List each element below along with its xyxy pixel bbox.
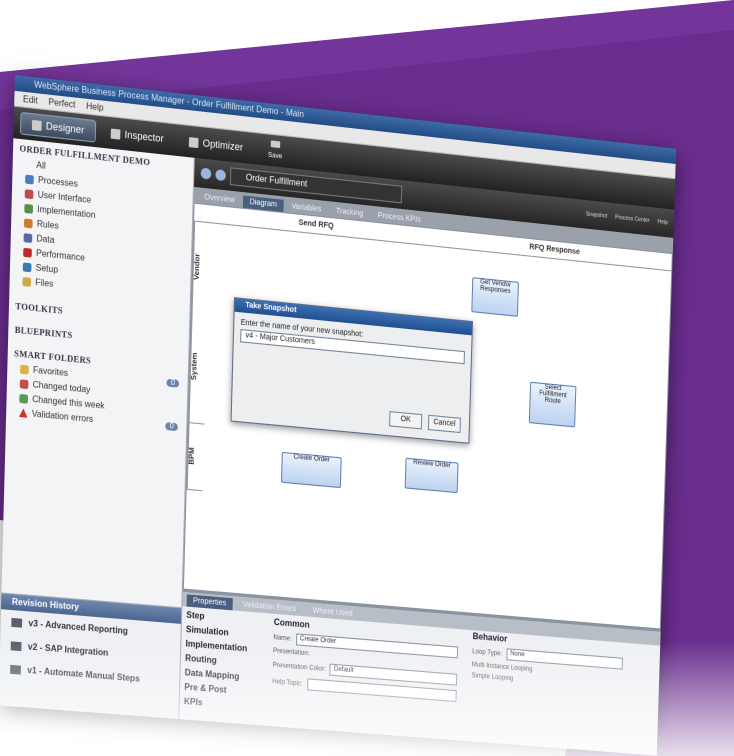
folder-label: Favorites xyxy=(32,364,69,379)
inspector-button[interactable]: Inspector xyxy=(100,122,175,150)
sidebar-label: Rules xyxy=(36,218,59,232)
optimizer-label: Optimizer xyxy=(202,137,244,153)
cancel-button[interactable]: Cancel xyxy=(427,414,461,434)
count-badge: 0 xyxy=(166,378,180,388)
ok-button[interactable]: OK xyxy=(389,411,423,430)
lane-label-vendor: Vendor xyxy=(191,221,210,313)
diagram-task[interactable]: Select Fulfillment Route xyxy=(528,381,577,428)
menu-perfect[interactable]: Perfect xyxy=(48,95,75,113)
take-snapshot-dialog: Take Snapshot Enter the name of your new… xyxy=(230,297,474,444)
calendar-week-icon xyxy=(19,393,29,404)
warning-icon xyxy=(19,408,28,418)
presentation-label: Presentation: xyxy=(272,647,310,658)
simple-label: Simple Looping xyxy=(471,672,514,683)
revision-label: v3 - Advanced Reporting xyxy=(28,618,129,637)
revision-label: v2 - SAP Integration xyxy=(27,641,109,659)
snapshot-icon xyxy=(11,617,23,628)
sidebar-label: Setup xyxy=(35,262,59,275)
optimizer-button[interactable]: Optimizer xyxy=(178,130,254,158)
all-label: All xyxy=(36,159,46,172)
menu-edit[interactable]: Edit xyxy=(23,92,38,108)
revision-label: v1 - Automate Manual Steps xyxy=(27,665,140,684)
process-icon xyxy=(25,174,34,184)
designer-icon xyxy=(31,119,42,131)
designer-button[interactable]: Designer xyxy=(19,111,97,143)
presentation-color-label: Presentation Color: xyxy=(272,661,326,673)
calendar-icon xyxy=(19,378,29,389)
sidebar-label: Data xyxy=(36,233,55,246)
stage: WebSphere Business Process Manager - Ord… xyxy=(0,0,734,756)
properties-sections: Step Simulation Implementation Routing D… xyxy=(180,607,266,714)
diagram-task[interactable]: Create Order xyxy=(280,451,342,489)
editor-area: Order Fulfillment Snapshot Process Cente… xyxy=(179,157,675,756)
data-icon xyxy=(23,232,33,243)
user-interface-icon xyxy=(24,188,34,199)
back-icon[interactable] xyxy=(200,167,212,180)
library-sidebar: ORDER FULFILLMENT DEMO All Processes Use… xyxy=(0,138,195,720)
diagram-task[interactable]: Get Vendor Responses xyxy=(471,277,519,317)
diagram-task[interactable]: Review Order xyxy=(404,457,459,494)
snapshot-action[interactable]: Snapshot xyxy=(586,211,607,220)
setup-icon xyxy=(22,261,32,272)
search-icon xyxy=(110,127,121,140)
inspector-label: Inspector xyxy=(124,128,164,145)
star-icon xyxy=(20,364,29,374)
snapshot-icon xyxy=(10,640,22,651)
diagram-canvas[interactable]: Send RFQ RFQ Response Vendor System BPM … xyxy=(182,202,673,630)
designer-label: Designer xyxy=(45,120,85,136)
multi-label: Multi Instance Looping xyxy=(471,661,533,674)
folder-label: Validation errors xyxy=(31,408,94,425)
folder-icon xyxy=(22,276,32,287)
app-window: WebSphere Business Process Manager - Ord… xyxy=(0,75,677,756)
flag-icon xyxy=(23,247,32,258)
save-label: Save xyxy=(267,152,283,161)
save-icon xyxy=(270,140,281,149)
menu-help[interactable]: Help xyxy=(86,99,104,116)
implementation-icon xyxy=(24,203,34,214)
rules-icon xyxy=(23,217,33,228)
common-properties: Common Name: Create Order Presentation: P… xyxy=(272,617,459,703)
name-label: Name: xyxy=(273,634,292,643)
checkbox-icon xyxy=(188,136,199,148)
tab-where-used[interactable]: Where Used xyxy=(306,604,359,620)
help-topic-label: Help Topic: xyxy=(272,678,303,688)
main-area: ORDER FULFILLMENT DEMO All Processes Use… xyxy=(0,138,675,756)
sidebar-label: Files xyxy=(35,277,54,290)
snapshot-icon xyxy=(10,664,21,675)
lane-label-bpm: BPM xyxy=(186,422,205,492)
lane-label-system: System xyxy=(188,310,208,425)
forward-icon[interactable] xyxy=(215,169,227,182)
loop-type-label: Loop Type: xyxy=(472,648,503,658)
count-badge: 0 xyxy=(165,422,178,432)
dialog-buttons: OK Cancel xyxy=(389,411,461,434)
process-center-action[interactable]: Process Center xyxy=(615,214,650,224)
revision-history-panel: Revision History v3 - Advanced Reporting… xyxy=(0,592,182,720)
save-button[interactable]: Save xyxy=(257,139,293,163)
help-action[interactable]: Help xyxy=(657,219,667,227)
